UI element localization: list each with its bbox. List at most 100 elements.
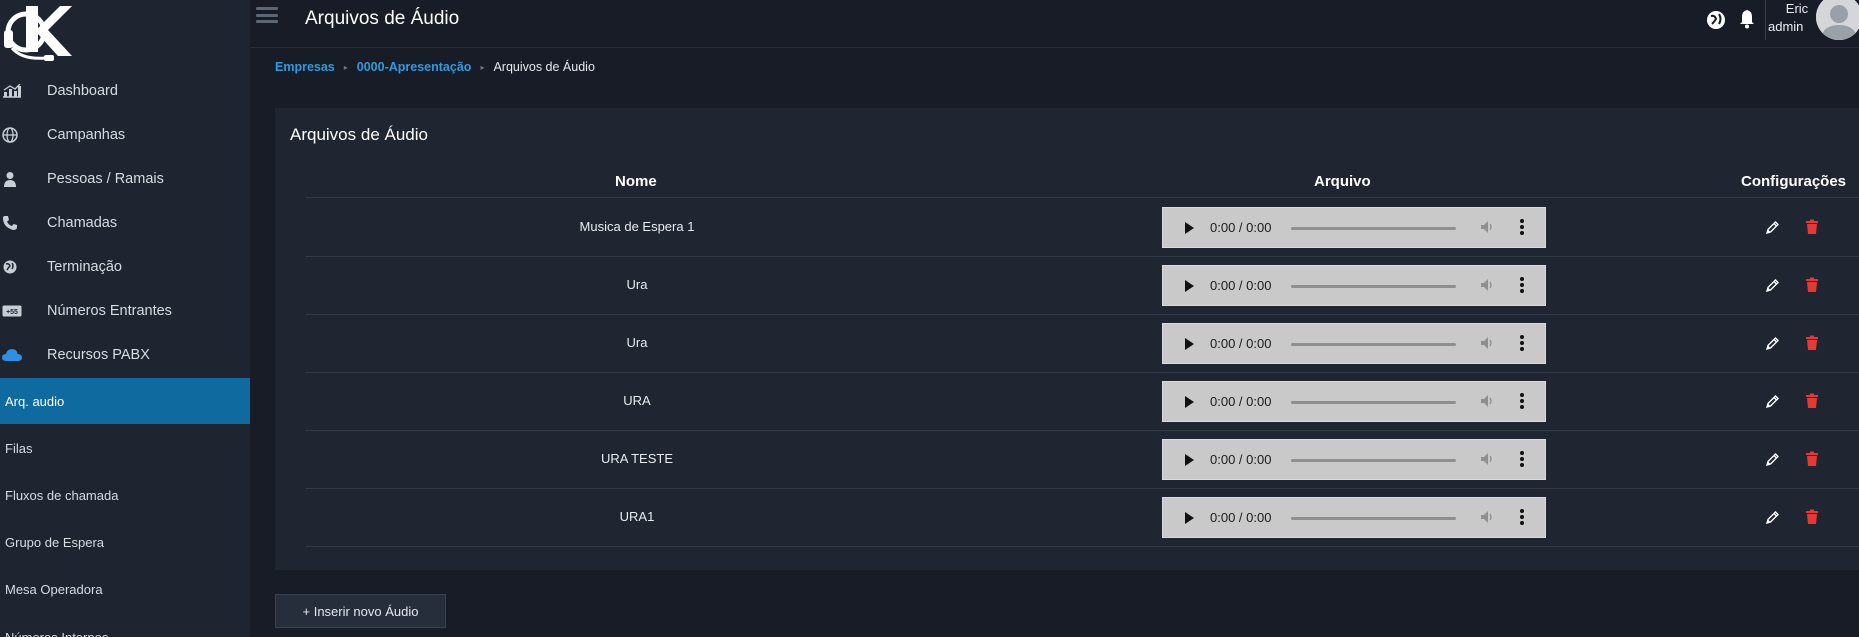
delete-trash-icon[interactable]: [1805, 335, 1819, 356]
sidebar-subitem-filas[interactable]: Filas: [0, 425, 250, 471]
sidebar-subitem-mesa-operadora[interactable]: Mesa Operadora: [0, 566, 250, 612]
audio-name-cell: URA1: [619, 509, 655, 524]
sidebar-item-campanhas[interactable]: Campanhas: [0, 113, 250, 157]
audio-name-cell: Musica de Espera 1: [579, 219, 695, 234]
sidebar-item-numeros-entrantes[interactable]: +55 Números Entrantes: [0, 289, 250, 333]
page-title: Arquivos de Áudio: [305, 8, 460, 29]
breadcrumb: Empresas ▸ 0000-Apresentação ▸ Arquivos …: [275, 60, 595, 74]
sidebar-subitem-fluxos-de-chamada[interactable]: Fluxos de chamada: [0, 472, 250, 518]
audio-progress-slider[interactable]: [1291, 401, 1456, 404]
audio-time: 0:00 / 0:00: [1210, 220, 1272, 235]
audio-files-card: Arquivos de Áudio Nome Arquivo Configura…: [275, 108, 1859, 570]
play-icon[interactable]: [1185, 222, 1194, 234]
sidebar-item-recursos-pabx[interactable]: Recursos PABX: [0, 333, 250, 377]
breadcrumb-separator-icon: ▸: [480, 62, 485, 72]
audio-player[interactable]: 0:00 / 0:00: [1162, 439, 1546, 480]
card-title: Arquivos de Áudio: [290, 125, 428, 144]
volume-icon[interactable]: [1480, 336, 1494, 355]
delete-trash-icon[interactable]: [1805, 393, 1819, 414]
globe-pin-icon: [0, 259, 26, 275]
sidebar: Dashboard Campanhas Pessoas / Ramais Cha…: [0, 0, 250, 637]
audio-name-cell: URA: [623, 393, 651, 408]
table-row-divider: [305, 546, 1859, 547]
language-globe-icon[interactable]: [1706, 10, 1726, 35]
audio-player[interactable]: 0:00 / 0:00: [1162, 323, 1546, 364]
delete-trash-icon[interactable]: [1805, 451, 1819, 472]
table-row-divider: [305, 314, 1859, 315]
sidebar-item-label: Campanhas: [47, 127, 126, 143]
breadcrumb-separator-icon: ▸: [343, 62, 348, 72]
more-options-icon[interactable]: [1520, 219, 1524, 237]
audio-name-cell: URA TESTE: [600, 451, 673, 466]
volume-icon[interactable]: [1480, 510, 1494, 529]
audio-progress-slider[interactable]: [1291, 343, 1456, 346]
play-icon[interactable]: [1185, 338, 1194, 350]
more-options-icon[interactable]: [1520, 335, 1524, 353]
hamburger-menu-icon[interactable]: [256, 7, 278, 25]
audio-player[interactable]: 0:00 / 0:00: [1162, 497, 1546, 538]
sidebar-subitem-numeros-internos[interactable]: Números Internos: [0, 614, 250, 637]
edit-pencil-icon[interactable]: [1765, 220, 1780, 240]
delete-trash-icon[interactable]: [1805, 277, 1819, 298]
audio-time: 0:00 / 0:00: [1210, 510, 1272, 525]
volume-icon[interactable]: [1480, 278, 1494, 297]
sidebar-item-label: Terminação: [47, 259, 122, 275]
column-header-nome: Nome: [615, 173, 657, 190]
audio-time: 0:00 / 0:00: [1210, 336, 1272, 351]
play-icon[interactable]: [1185, 280, 1194, 292]
more-options-icon[interactable]: [1520, 393, 1524, 411]
edit-pencil-icon[interactable]: [1765, 394, 1780, 414]
sidebar-item-dashboard[interactable]: Dashboard: [0, 69, 250, 113]
more-options-icon[interactable]: [1520, 509, 1524, 527]
number-badge-icon: +55: [0, 305, 26, 317]
top-bar: Arquivos de Áudio Eric admin: [250, 0, 1859, 48]
table-row-divider: [305, 256, 1859, 257]
more-options-icon[interactable]: [1520, 451, 1524, 469]
delete-trash-icon[interactable]: [1805, 219, 1819, 240]
audio-player[interactable]: 0:00 / 0:00: [1162, 381, 1546, 422]
table-row-divider: [305, 488, 1859, 489]
audio-time: 0:00 / 0:00: [1210, 452, 1272, 467]
divider: [1765, 0, 1766, 40]
audio-name-cell: Ura: [626, 335, 648, 350]
breadcrumb-link-empresas[interactable]: Empresas: [275, 60, 335, 74]
play-icon[interactable]: [1185, 396, 1194, 408]
table-divider: [305, 197, 1859, 198]
audio-progress-slider[interactable]: [1291, 517, 1456, 520]
svg-text:+55: +55: [6, 309, 18, 316]
user-role[interactable]: admin: [1768, 19, 1803, 34]
sidebar-item-label: Chamadas: [47, 215, 118, 231]
audio-progress-slider[interactable]: [1291, 285, 1456, 288]
bell-icon[interactable]: [1739, 9, 1755, 34]
edit-pencil-icon[interactable]: [1765, 278, 1780, 298]
chart-bar-icon: [0, 84, 26, 98]
edit-pencil-icon[interactable]: [1765, 452, 1780, 472]
logo-headset-icon[interactable]: [0, 0, 80, 70]
sidebar-subitem-grupo-de-espera[interactable]: Grupo de Espera: [0, 519, 250, 565]
table-row-divider: [305, 372, 1859, 373]
volume-icon[interactable]: [1480, 220, 1494, 239]
sidebar-item-pessoas-ramais[interactable]: Pessoas / Ramais: [0, 157, 250, 201]
more-options-icon[interactable]: [1520, 277, 1524, 295]
add-audio-button[interactable]: + Inserir novo Áudio: [275, 594, 446, 628]
column-header-configuracoes: Configurações: [1741, 173, 1847, 190]
user-icon: [0, 171, 26, 187]
play-icon[interactable]: [1185, 512, 1194, 524]
avatar[interactable]: [1816, 0, 1859, 40]
edit-pencil-icon[interactable]: [1765, 510, 1780, 530]
audio-progress-slider[interactable]: [1291, 227, 1456, 230]
audio-player[interactable]: 0:00 / 0:00: [1162, 207, 1546, 248]
audio-progress-slider[interactable]: [1291, 459, 1456, 462]
delete-trash-icon[interactable]: [1805, 509, 1819, 530]
breadcrumb-link-company[interactable]: 0000-Apresentação: [357, 60, 472, 74]
volume-icon[interactable]: [1480, 394, 1494, 413]
edit-pencil-icon[interactable]: [1765, 336, 1780, 356]
audio-time: 0:00 / 0:00: [1210, 278, 1272, 293]
volume-icon[interactable]: [1480, 452, 1494, 471]
sidebar-item-chamadas[interactable]: Chamadas: [0, 201, 250, 245]
audio-player[interactable]: 0:00 / 0:00: [1162, 265, 1546, 306]
play-icon[interactable]: [1185, 454, 1194, 466]
user-name[interactable]: Eric: [1780, 1, 1814, 16]
sidebar-subitem-arq-audio[interactable]: Arq. audio: [0, 378, 250, 424]
sidebar-item-terminacao[interactable]: Terminação: [0, 245, 250, 289]
